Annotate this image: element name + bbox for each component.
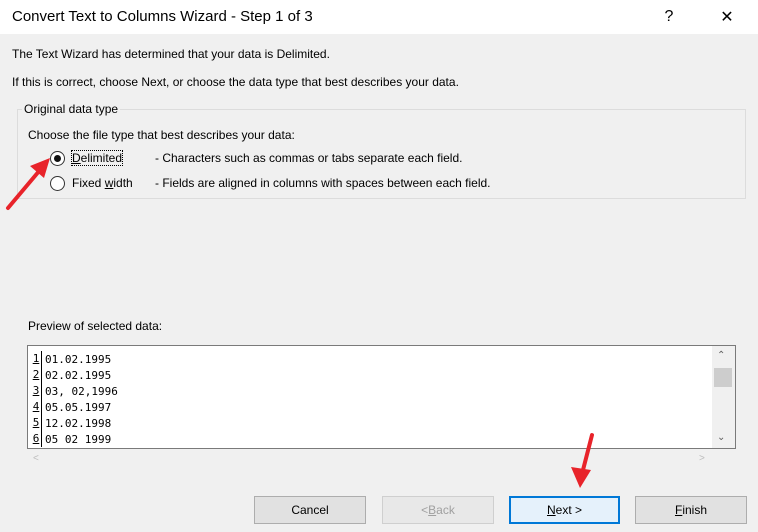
preview-row: 6 05 02 1999 xyxy=(31,431,118,447)
row-text: 12.02.1998 xyxy=(45,416,112,430)
delimited-description: - Characters such as commas or tabs sepa… xyxy=(155,151,463,165)
row-number: 3 xyxy=(31,383,42,399)
row-text: 03, 02,1996 xyxy=(45,384,118,398)
radio-fixed-width-label[interactable]: Fixed width xyxy=(72,176,133,190)
help-icon: ? xyxy=(664,8,674,25)
radio-delimited-label[interactable]: Delimited xyxy=(70,150,124,166)
preview-row: 4 05.05.1997 xyxy=(31,399,118,415)
horizontal-scrollbar[interactable]: < > xyxy=(27,449,713,469)
preview-row: 1 01.02.1995 xyxy=(31,351,118,367)
row-number: 4 xyxy=(31,399,42,415)
info-text-instructions: If this is correct, choose Next, or choo… xyxy=(12,75,459,89)
row-number: 2 xyxy=(31,367,42,383)
row-number: 6 xyxy=(31,431,42,447)
finish-button[interactable]: Finish xyxy=(635,496,747,524)
preview-row: 2 02.02.1995 xyxy=(31,367,118,383)
next-button[interactable]: Next > xyxy=(509,496,620,524)
scroll-right-icon[interactable]: > xyxy=(699,453,705,464)
window-title: Convert Text to Columns Wizard - Step 1 … xyxy=(12,8,313,25)
scroll-down-icon[interactable]: ⌄ xyxy=(717,432,725,443)
file-type-prompt: Choose the file type that best describes… xyxy=(28,128,295,142)
row-text: 02.02.1995 xyxy=(45,368,112,382)
info-text-determined: The Text Wizard has determined that your… xyxy=(12,47,330,61)
title-bar: Convert Text to Columns Wizard - Step 1 … xyxy=(0,0,758,34)
preview-box[interactable]: 1 01.02.1995 2 02.02.1995 3 03, 02,1996 4 05… xyxy=(27,345,736,449)
cancel-button[interactable]: Cancel xyxy=(254,496,366,524)
radio-delimited[interactable]: Delimited xyxy=(50,149,124,167)
preview-row: 3 03, 02,1996 xyxy=(31,383,118,399)
close-icon: ✕ xyxy=(720,9,734,26)
back-button[interactable]: < Back xyxy=(382,496,494,524)
vertical-scroll-thumb[interactable] xyxy=(714,368,732,387)
wizard-dialog: Convert Text to Columns Wizard - Step 1 … xyxy=(0,0,758,532)
vertical-scrollbar[interactable]: ⌃ ⌄ xyxy=(712,346,735,448)
row-text: 05.05.1997 xyxy=(45,400,112,414)
row-number: 1 xyxy=(31,351,42,367)
radio-fixed-width-circle[interactable] xyxy=(50,175,65,191)
radio-selected-dot xyxy=(54,154,61,162)
radio-delimited-circle[interactable] xyxy=(50,150,65,166)
group-title: Original data type xyxy=(22,102,121,116)
fixed-width-description: - Fields are aligned in columns with spa… xyxy=(155,176,491,190)
close-button[interactable]: ✕ xyxy=(704,0,750,34)
row-text: 01.02.1995 xyxy=(45,352,112,366)
help-button[interactable]: ? xyxy=(646,0,692,34)
scroll-up-icon[interactable]: ⌃ xyxy=(717,350,725,361)
preview-row: 5 12.02.1998 xyxy=(31,415,118,431)
radio-fixed-width[interactable]: Fixed width xyxy=(50,174,133,192)
row-number: 5 xyxy=(31,415,42,431)
row-text: 05 02 1999 xyxy=(45,432,112,446)
preview-label: Preview of selected data: xyxy=(28,319,163,333)
scroll-left-icon[interactable]: < xyxy=(33,453,39,464)
preview-rows: 1 01.02.1995 2 02.02.1995 3 03, 02,1996 4 05… xyxy=(31,351,118,447)
